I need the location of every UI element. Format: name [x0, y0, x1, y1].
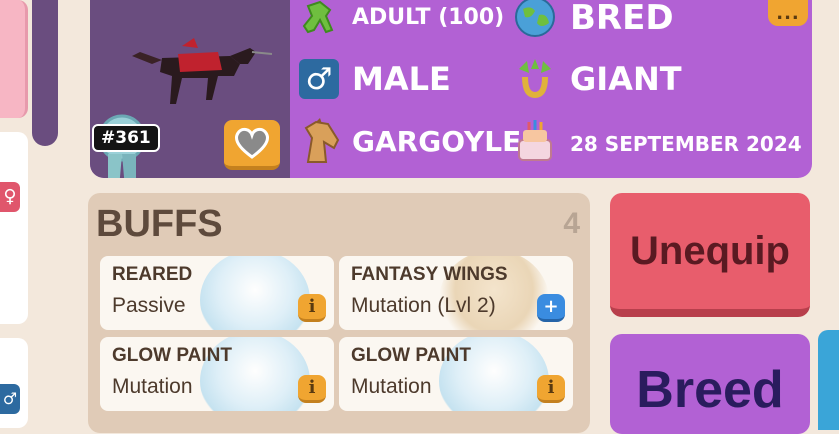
buff-name: REARED	[112, 264, 193, 285]
heart-icon	[235, 127, 269, 159]
more-options-button[interactable]: ...	[768, 0, 808, 26]
buff-card[interactable]: GLOW PAINT Mutation i	[339, 337, 573, 411]
scrollbar-thumb[interactable]	[32, 0, 58, 146]
buff-type: Mutation	[351, 375, 432, 398]
side-panel-edge	[818, 330, 839, 430]
size-label: GIANT	[570, 60, 682, 98]
buff-name: GLOW PAINT	[351, 345, 471, 366]
buff-type: Passive	[112, 294, 186, 317]
pet-profile-card: #361 ADULT (100) ♂ MALE GARGOYLE BRED GI…	[90, 0, 812, 178]
buffs-title: BUFFS	[96, 203, 223, 245]
pet-image	[132, 38, 272, 104]
buffs-count: 4	[563, 207, 580, 240]
buff-card[interactable]: FANTASY WINGS Mutation (Lvl 2) +	[339, 256, 573, 330]
male-icon: ♂	[0, 384, 20, 414]
horse-head-icon	[298, 118, 344, 164]
origin-label: BRED	[570, 0, 674, 38]
breed-label: Breed	[636, 361, 784, 419]
male-gender-icon: ♂	[296, 56, 342, 102]
age-label: ADULT (100)	[352, 5, 505, 30]
buff-card[interactable]: GLOW PAINT Mutation i	[100, 337, 334, 411]
left-sidebar: ♀ ♂	[0, 0, 30, 428]
buff-type: Mutation	[112, 375, 193, 398]
info-icon[interactable]: i	[537, 375, 565, 403]
favorite-button[interactable]	[224, 120, 280, 170]
buff-name: FANTASY WINGS	[351, 264, 508, 285]
unequip-button[interactable]: Unequip	[610, 193, 810, 317]
birthday-label: 28 SEPTEMBER 2024	[570, 132, 802, 156]
horse-icon	[296, 0, 342, 40]
buff-type: Mutation (Lvl 2)	[351, 294, 496, 317]
sidebar-card[interactable]	[0, 338, 28, 428]
unequip-label: Unequip	[630, 228, 790, 273]
sidebar-card[interactable]	[0, 132, 28, 324]
sidebar-card-pink[interactable]	[0, 0, 28, 118]
breed-button[interactable]: Breed	[610, 334, 810, 434]
globe-icon	[512, 0, 558, 40]
pet-portrait: #361	[90, 0, 290, 178]
gender-label: MALE	[352, 60, 451, 98]
info-icon[interactable]: i	[298, 375, 326, 403]
pet-id-badge: #361	[92, 124, 160, 152]
female-icon: ♀	[0, 182, 20, 212]
info-icon[interactable]: i	[298, 294, 326, 322]
buff-name: GLOW PAINT	[112, 345, 232, 366]
size-icon	[512, 56, 558, 102]
plus-icon[interactable]: +	[537, 294, 565, 322]
species-label: GARGOYLE	[352, 125, 522, 158]
birthday-cake-icon	[512, 118, 558, 164]
buffs-panel: BUFFS 4 REARED Passive i FANTASY WINGS M…	[88, 193, 590, 433]
buff-card[interactable]: REARED Passive i	[100, 256, 334, 330]
